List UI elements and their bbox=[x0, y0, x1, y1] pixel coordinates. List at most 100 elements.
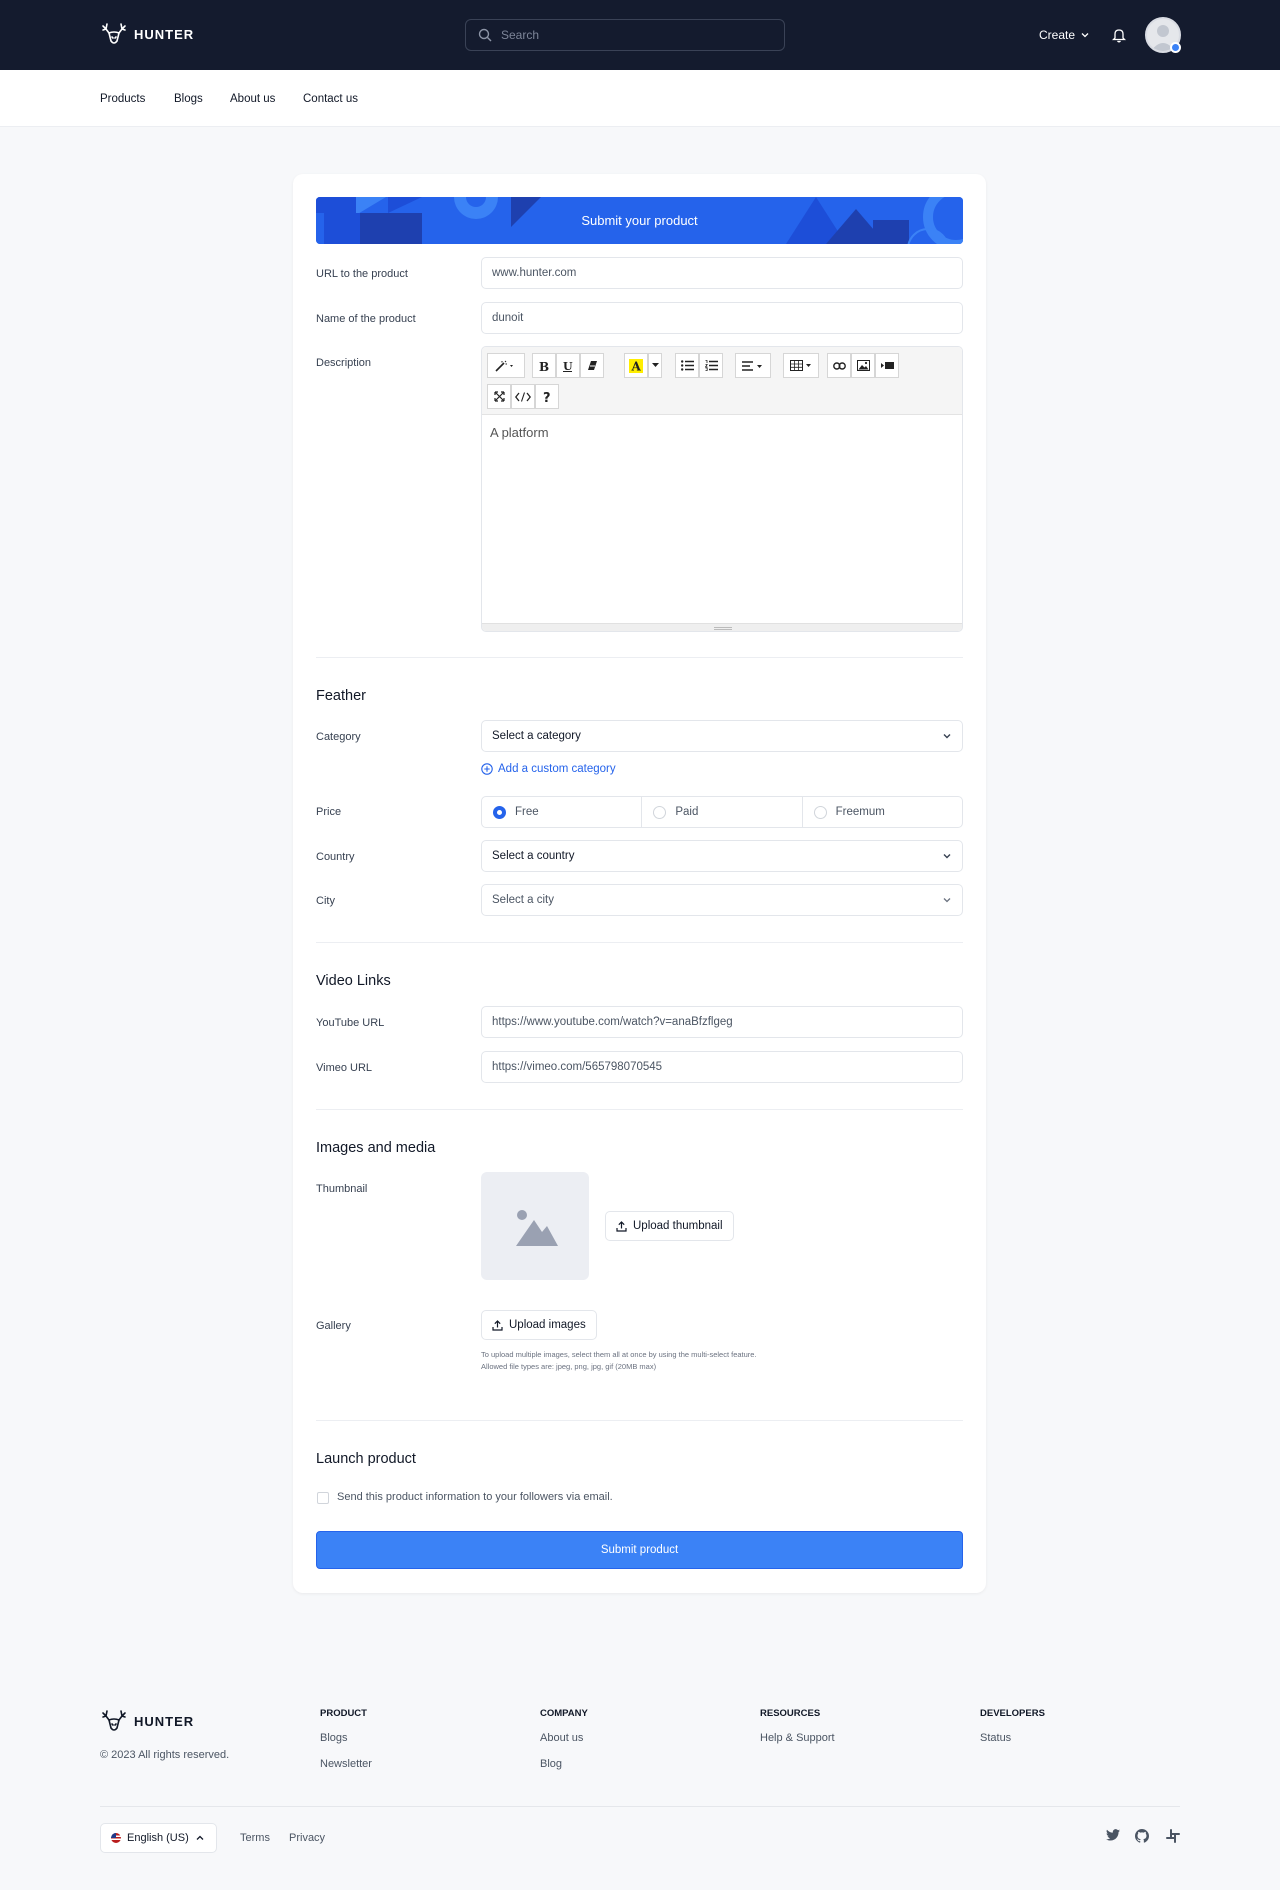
name-input[interactable] bbox=[481, 302, 963, 334]
launch-product-heading: Launch product bbox=[316, 1451, 416, 1467]
notifications-button[interactable] bbox=[1111, 27, 1127, 46]
text-color-button[interactable]: A bbox=[624, 353, 648, 378]
email-followers-label[interactable]: Send this product information to your fo… bbox=[337, 1491, 613, 1503]
category-select[interactable]: Select a category bbox=[481, 720, 963, 752]
search-input[interactable] bbox=[501, 28, 761, 42]
nav-item-products[interactable]: Products bbox=[100, 93, 145, 105]
section-divider bbox=[316, 657, 963, 658]
editor-toolbar: B U A ? bbox=[482, 347, 962, 415]
bullet-list-icon bbox=[680, 360, 694, 371]
plus-circle-icon bbox=[481, 763, 493, 775]
upload-hint-line: Allowed file types are: jpeg, png, jpg, … bbox=[481, 1362, 657, 1371]
footer-link-status[interactable]: Status bbox=[980, 1732, 1011, 1744]
section-divider bbox=[316, 1109, 963, 1110]
price-option-free[interactable]: Free bbox=[482, 797, 643, 827]
bullet-list-button[interactable] bbox=[675, 353, 699, 378]
insert-link-button[interactable] bbox=[827, 353, 851, 378]
footer-link-blog[interactable]: Blog bbox=[540, 1758, 562, 1770]
nav-item-blogs[interactable]: Blogs bbox=[174, 93, 203, 105]
city-label: City bbox=[316, 895, 335, 907]
search-box[interactable] bbox=[465, 19, 785, 51]
image-placeholder-icon bbox=[516, 1210, 558, 1246]
price-option-label: Free bbox=[515, 806, 539, 818]
price-radio-group: Free Paid Freemum bbox=[481, 796, 963, 828]
footer-link-about-us[interactable]: About us bbox=[540, 1732, 583, 1744]
online-status-dot bbox=[1170, 42, 1181, 53]
footer-link-terms[interactable]: Terms bbox=[240, 1832, 270, 1844]
fullscreen-button[interactable] bbox=[487, 384, 511, 409]
country-select[interactable]: Select a country bbox=[481, 840, 963, 872]
radio-unselected bbox=[653, 805, 667, 819]
eraser-icon bbox=[587, 361, 597, 370]
country-select-value: Select a country bbox=[492, 850, 575, 862]
footer-brand-logo[interactable]: HUNTER bbox=[100, 1707, 194, 1735]
video-links-heading: Video Links bbox=[316, 973, 391, 989]
footer-link-help-support[interactable]: Help & Support bbox=[760, 1732, 835, 1744]
upload-thumbnail-button[interactable]: Upload thumbnail bbox=[605, 1211, 734, 1241]
description-editor-area[interactable]: A platform bbox=[482, 415, 962, 623]
video-icon bbox=[880, 362, 894, 369]
name-label: Name of the product bbox=[316, 313, 416, 325]
upload-images-button[interactable]: Upload images bbox=[481, 1310, 597, 1340]
table-icon bbox=[790, 360, 811, 371]
editor-resize-handle[interactable] bbox=[482, 623, 962, 631]
price-option-paid[interactable]: Paid bbox=[642, 797, 803, 827]
ordered-list-button[interactable] bbox=[699, 353, 723, 378]
feather-section-heading: Feather bbox=[316, 688, 366, 704]
github-icon bbox=[1135, 1829, 1149, 1843]
help-button[interactable]: ? bbox=[535, 384, 559, 409]
language-label: English (US) bbox=[127, 1832, 189, 1844]
resize-grip-icon bbox=[714, 627, 732, 630]
github-link[interactable] bbox=[1135, 1829, 1149, 1846]
city-select[interactable]: Select a city bbox=[481, 884, 963, 916]
bold-button[interactable]: B bbox=[532, 353, 556, 378]
code-icon bbox=[515, 391, 531, 402]
link-icon bbox=[832, 361, 846, 370]
language-selector[interactable]: English (US) bbox=[100, 1823, 217, 1853]
country-label: Country bbox=[316, 851, 355, 863]
twitter-link[interactable] bbox=[1106, 1829, 1120, 1844]
footer-link-newsletter[interactable]: Newsletter bbox=[320, 1758, 372, 1770]
youtube-url-input[interactable] bbox=[481, 1006, 963, 1038]
vimeo-url-input[interactable] bbox=[481, 1051, 963, 1083]
slack-link[interactable] bbox=[1166, 1829, 1180, 1846]
style-dropdown-button[interactable] bbox=[487, 353, 525, 378]
category-label: Category bbox=[316, 731, 361, 743]
price-option-freemum[interactable]: Freemum bbox=[803, 797, 962, 827]
add-custom-category-link[interactable]: Add a custom category bbox=[481, 763, 616, 775]
paragraph-align-dropdown[interactable] bbox=[735, 353, 771, 378]
magic-wand-icon bbox=[495, 360, 513, 372]
rich-text-editor: B U A ? A platform bbox=[481, 346, 963, 632]
svg-text:U: U bbox=[563, 360, 573, 372]
chevron-up-icon bbox=[196, 1835, 204, 1840]
chevron-down-icon bbox=[943, 898, 951, 903]
nav-item-about-us[interactable]: About us bbox=[230, 93, 275, 105]
footer-link-blogs[interactable]: Blogs bbox=[320, 1732, 348, 1744]
brand-logo[interactable]: HUNTER bbox=[100, 20, 194, 48]
url-input[interactable] bbox=[481, 257, 963, 289]
radio-unselected bbox=[813, 805, 827, 819]
footer-heading-developers: DEVELOPERS bbox=[980, 1708, 1045, 1719]
code-view-button[interactable] bbox=[511, 384, 535, 409]
create-label: Create bbox=[1039, 28, 1076, 42]
upload-icon bbox=[492, 1319, 503, 1331]
footer-link-privacy[interactable]: Privacy bbox=[289, 1832, 325, 1844]
table-dropdown[interactable] bbox=[783, 353, 819, 378]
secondary-nav: Products Blogs About us Contact us bbox=[0, 70, 1280, 127]
city-select-value: Select a city bbox=[492, 894, 554, 906]
insert-video-button[interactable] bbox=[875, 353, 899, 378]
chevron-down-icon bbox=[1081, 33, 1089, 38]
clear-format-button[interactable] bbox=[580, 353, 604, 378]
submit-product-button[interactable]: Submit product bbox=[316, 1531, 963, 1569]
text-color-dropdown[interactable] bbox=[648, 353, 662, 378]
price-option-label: Freemum bbox=[835, 806, 885, 818]
nav-item-contact-us[interactable]: Contact us bbox=[303, 93, 358, 105]
create-menu-button[interactable]: Create bbox=[1039, 28, 1090, 42]
chevron-down-icon bbox=[943, 854, 951, 859]
insert-picture-button[interactable] bbox=[851, 353, 875, 378]
email-followers-checkbox[interactable] bbox=[317, 1492, 329, 1504]
underline-button[interactable]: U bbox=[556, 353, 580, 378]
url-label: URL to the product bbox=[316, 268, 408, 280]
copyright-text: © 2023 All rights reserved. bbox=[100, 1749, 230, 1761]
brand-name: HUNTER bbox=[134, 26, 195, 42]
